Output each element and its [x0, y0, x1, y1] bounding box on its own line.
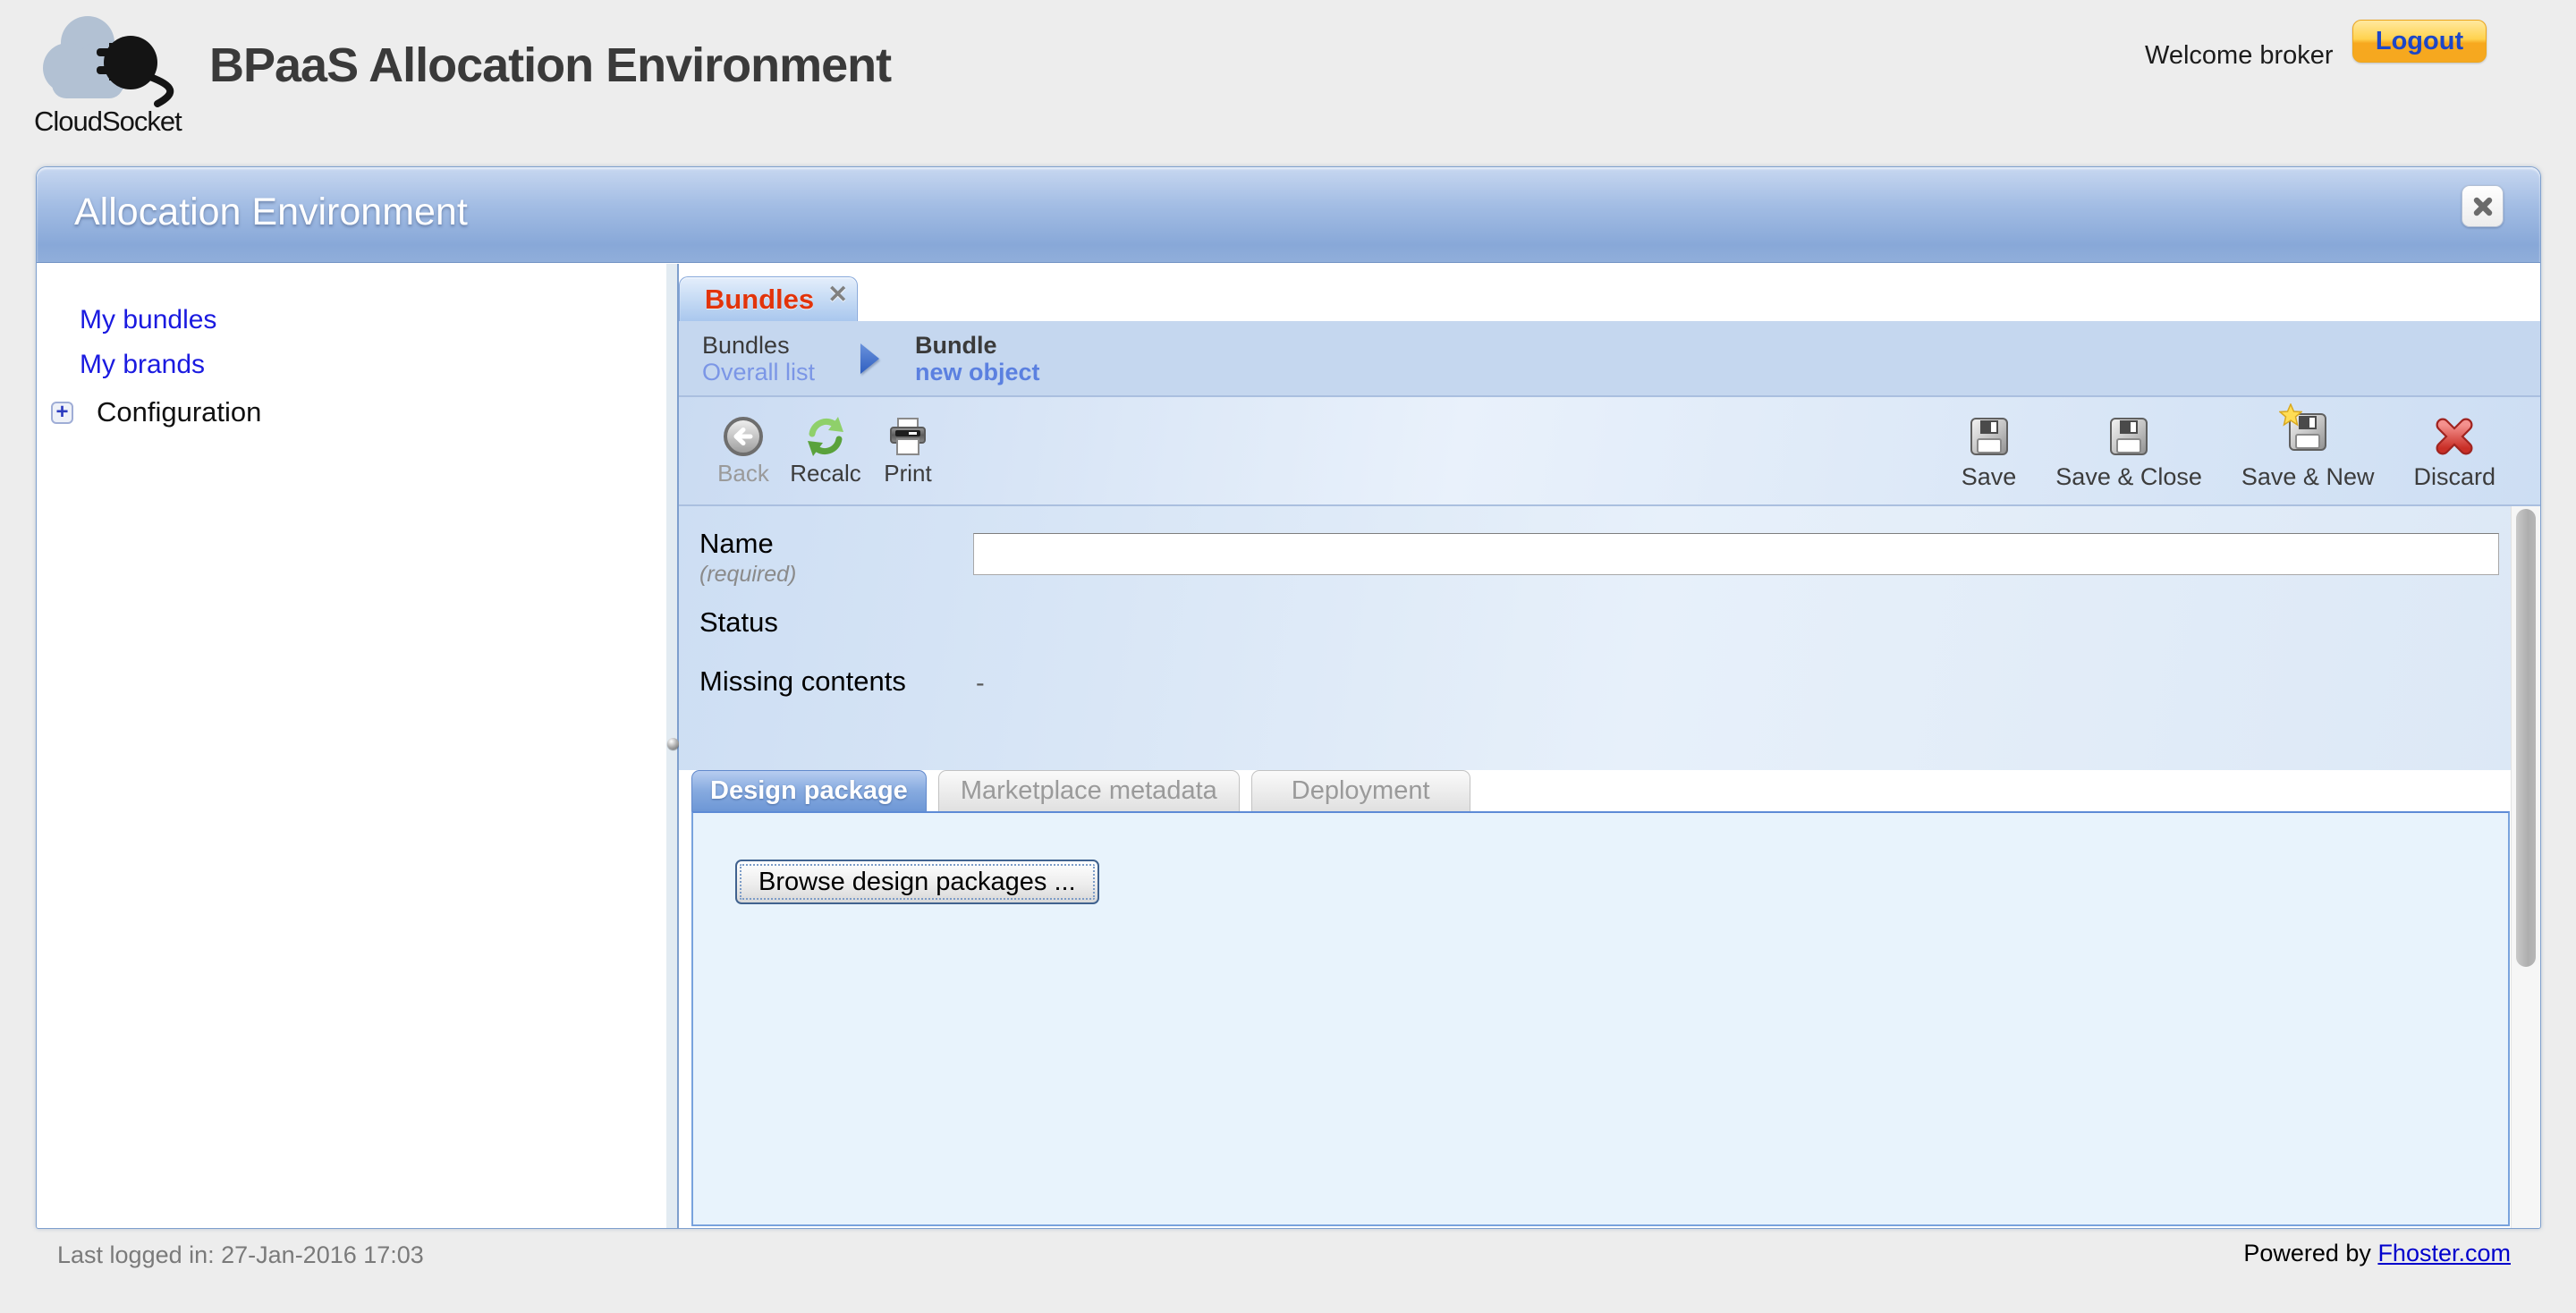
recalc-icon — [804, 415, 847, 458]
name-required-hint: (required) — [699, 562, 796, 588]
recalc-label: Recalc — [790, 460, 860, 487]
print-icon — [886, 415, 929, 458]
app-header: CloudSocket BPaaS Allocation Environment… — [0, 0, 2576, 166]
detail-tabs: Design package Marketplace metadata Depl… — [679, 770, 2540, 811]
tab-strip: Bundles ✕ — [679, 264, 2540, 321]
breadcrumb-level2-title: Bundle — [915, 332, 1040, 359]
save-new-label: Save & New — [2241, 463, 2375, 491]
fhoster-link[interactable]: Fhoster.com — [2377, 1240, 2511, 1266]
tab-bundles[interactable]: Bundles ✕ — [679, 276, 858, 321]
content-area: Bundles ✕ Bundles Overall list Bundle ne… — [679, 264, 2540, 1228]
tab-marketplace-metadata[interactable]: Marketplace metadata — [938, 770, 1240, 811]
logout-button[interactable]: Logout — [2352, 20, 2487, 63]
tab-bundles-label: Bundles — [705, 284, 814, 316]
status-label: Status — [699, 606, 778, 639]
tab-design-package[interactable]: Design package — [691, 770, 927, 811]
sidebar-item-my-bundles[interactable]: My bundles — [80, 301, 666, 339]
name-input[interactable] — [973, 533, 2499, 575]
powered-by-text: Powered by — [2243, 1240, 2377, 1266]
splitter-handle-icon[interactable] — [667, 738, 679, 750]
design-package-panel: Browse design packages ... — [691, 811, 2510, 1226]
breadcrumb-bundle-new-object: Bundle new object — [915, 332, 1040, 385]
powered-by: Powered by Fhoster.com — [2243, 1240, 2511, 1267]
print-button[interactable]: Print — [867, 415, 949, 487]
browse-design-packages-button[interactable]: Browse design packages ... — [735, 860, 1099, 904]
close-icon — [2470, 194, 2496, 219]
toolbar: Back Recalc — [679, 395, 2540, 506]
window-title: Allocation Environment — [74, 191, 468, 234]
missing-contents-value: - — [976, 669, 985, 699]
save-close-button[interactable]: Save & Close — [2055, 415, 2202, 491]
cloud-plug-icon — [32, 7, 202, 107]
recalc-button[interactable]: Recalc — [784, 415, 867, 487]
window-close-button[interactable] — [2462, 185, 2504, 227]
tab-deployment[interactable]: Deployment — [1251, 770, 1470, 811]
scrollbar-thumb[interactable] — [2516, 509, 2536, 967]
allocation-environment-window: Allocation Environment My bundles My bra… — [36, 166, 2541, 1229]
expand-plus-icon[interactable]: + — [51, 402, 73, 424]
save-new-button[interactable]: Save & New — [2241, 411, 2375, 491]
cloudsocket-logo: CloudSocket — [32, 7, 211, 112]
tab-close-icon[interactable]: ✕ — [827, 281, 848, 309]
welcome-text: Welcome broker — [2145, 41, 2334, 71]
vertical-scrollbar[interactable] — [2511, 506, 2540, 1228]
sidebar-item-label: Configuration — [97, 396, 261, 428]
save-close-label: Save & Close — [2055, 463, 2202, 491]
breadcrumb-level2-sub: new object — [915, 359, 1040, 385]
app-title: BPaaS Allocation Environment — [209, 38, 891, 93]
star-icon — [2279, 403, 2302, 427]
missing-contents-label: Missing contents — [699, 665, 906, 698]
back-button[interactable]: Back — [702, 415, 784, 487]
chevron-right-icon — [858, 341, 883, 377]
save-button[interactable]: Save — [1962, 415, 2017, 491]
save-label: Save — [1962, 463, 2017, 491]
name-label: Name — [699, 528, 774, 560]
discard-button[interactable]: Discard — [2413, 415, 2496, 491]
back-label: Back — [717, 460, 769, 487]
save-icon — [1968, 415, 2011, 458]
logo-text: CloudSocket — [34, 106, 182, 138]
sidebar-item-my-brands[interactable]: My brands — [80, 346, 666, 384]
breadcrumb-bundles[interactable]: Bundles Overall list — [702, 332, 815, 385]
toolbar-save-group: Save Save & Close — [1962, 411, 2496, 491]
save-close-icon — [2107, 415, 2150, 458]
window-body: My bundles My brands + Configuration Bun… — [37, 264, 2540, 1228]
last-login-text: Last logged in: 27-Jan-2016 17:03 — [57, 1241, 424, 1269]
sidebar-item-configuration[interactable]: + Configuration — [51, 396, 666, 428]
print-label: Print — [884, 460, 931, 487]
discard-icon — [2433, 415, 2476, 458]
breadcrumb: Bundles Overall list Bundle new object — [679, 321, 2540, 395]
breadcrumb-level1-sub[interactable]: Overall list — [702, 359, 815, 385]
breadcrumb-level1-title: Bundles — [702, 332, 815, 359]
window-titlebar: Allocation Environment — [37, 167, 2540, 263]
bundle-form: Name (required) Status Missing contents … — [679, 506, 2540, 770]
back-icon — [722, 415, 765, 458]
splitter[interactable] — [666, 264, 679, 1228]
sidebar: My bundles My brands + Configuration — [37, 264, 666, 1228]
discard-label: Discard — [2413, 463, 2496, 491]
